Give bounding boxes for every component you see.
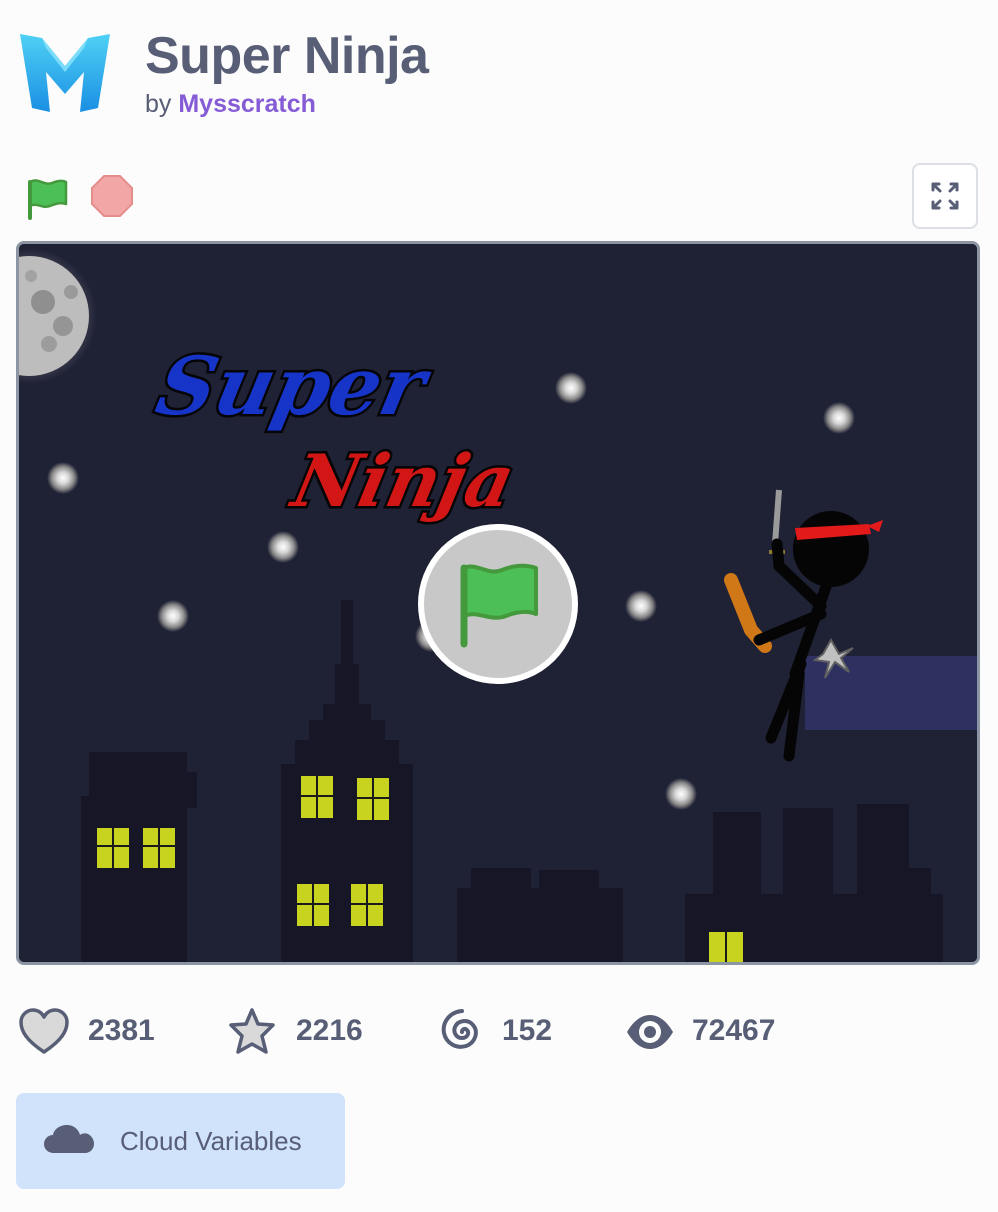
favorite-stat[interactable]: 2216 [226,1000,376,1064]
stop-button[interactable] [90,174,134,218]
green-flag-button[interactable] [22,174,72,224]
site-logo[interactable] [18,28,112,114]
favorite-count: 2216 [296,1014,363,1047]
stop-icon [91,175,133,217]
fullscreen-icon [931,182,959,210]
project-title: Super Ninja [145,27,429,85]
author-link[interactable]: Mysscratch [178,90,316,118]
cloud-icon [44,1125,94,1153]
stage-title-line2: Ninja [284,440,522,524]
project-stats: 2381 2216 152 72467 [0,1000,998,1064]
remix-count: 152 [502,1014,553,1047]
heart-icon [19,1008,69,1054]
start-overlay-button[interactable] [418,524,578,684]
green-flag-icon [28,179,68,220]
views-stat: 72467 [624,1000,794,1064]
cloud-variables-badge: Cloud Variables [16,1093,345,1189]
views-count: 72467 [692,1014,776,1047]
love-count: 2381 [88,1014,155,1047]
eye-icon [627,1015,673,1049]
project-byline: by Mysscratch [145,90,316,119]
remix-spiral-icon [441,1009,478,1049]
cloud-variables-label: Cloud Variables [120,1126,302,1156]
fullscreen-button[interactable] [912,163,978,229]
green-flag-icon [460,563,538,648]
by-label: by [145,90,172,118]
stage-controls [0,160,998,236]
remix-stat[interactable]: 152 [436,1000,566,1064]
project-stage[interactable]: Super Ninja [16,241,980,965]
star-icon [229,1008,275,1054]
project-header: Super Ninja by Mysscratch [0,0,998,140]
stage-title-line1: Super [149,340,439,434]
love-stat[interactable]: 2381 [18,1000,168,1064]
